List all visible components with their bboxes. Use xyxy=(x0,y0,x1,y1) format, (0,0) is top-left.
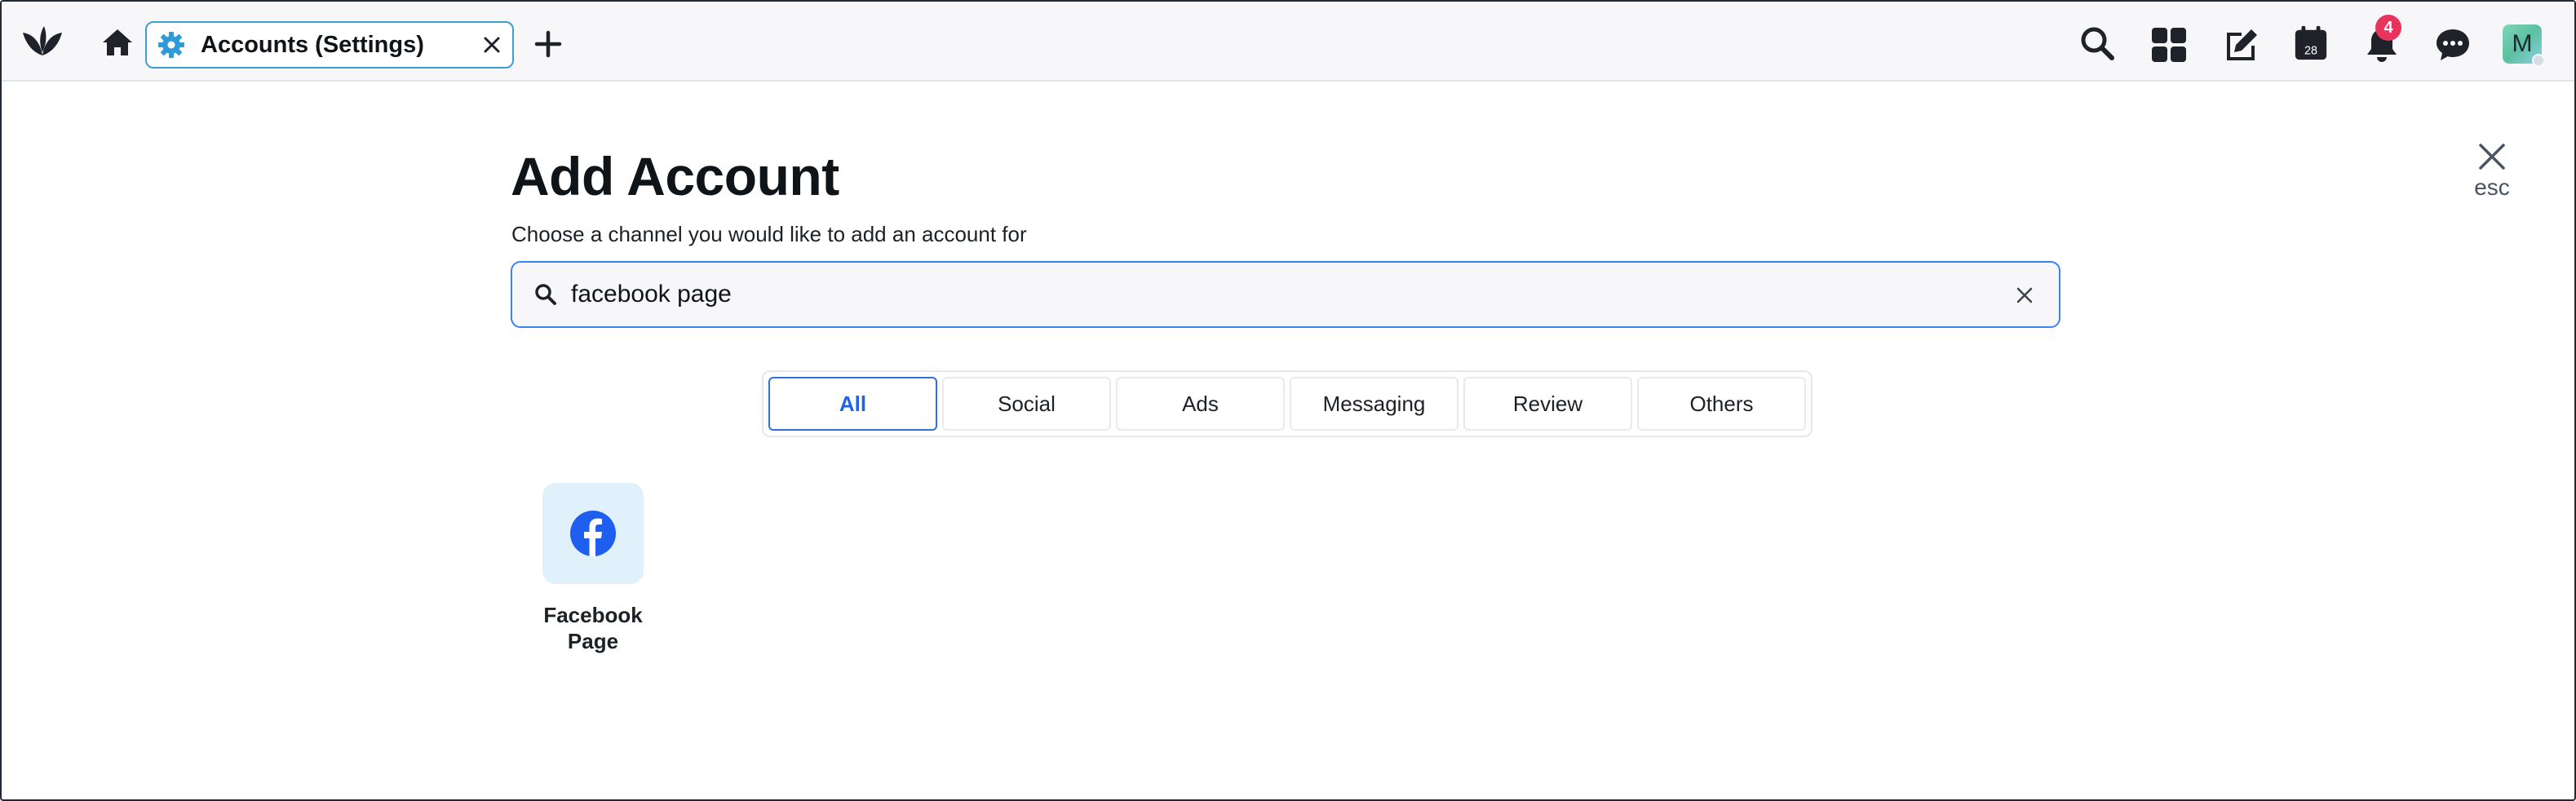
page-title: Add Account xyxy=(511,146,839,206)
filter-others[interactable]: Others xyxy=(1637,377,1806,431)
channel-tile[interactable] xyxy=(542,483,644,584)
search-icon[interactable] xyxy=(2078,24,2116,62)
close-modal-button[interactable]: esc xyxy=(2457,139,2527,201)
chat-icon[interactable] xyxy=(2434,26,2472,64)
close-icon[interactable] xyxy=(480,33,504,57)
status-dot xyxy=(2532,54,2545,67)
tab-label: Accounts (Settings) xyxy=(201,31,424,58)
filter-social[interactable]: Social xyxy=(942,377,1111,431)
facebook-icon xyxy=(570,511,616,556)
calendar-icon[interactable]: 28 xyxy=(2292,24,2330,62)
search-box xyxy=(511,261,2060,328)
channel-label: Facebook Page xyxy=(543,603,643,653)
search-icon xyxy=(535,284,556,305)
grid-icon[interactable] xyxy=(2150,26,2188,64)
compose-icon[interactable] xyxy=(2222,26,2260,64)
filter-ads[interactable]: Ads xyxy=(1116,377,1285,431)
app-window: Accounts (Settings) 28 4 M Add Account C… xyxy=(0,0,2576,801)
filter-messaging[interactable]: Messaging xyxy=(1290,377,1458,431)
gear-icon xyxy=(158,32,184,58)
tab-accounts-settings[interactable]: Accounts (Settings) xyxy=(145,21,514,69)
notification-badge: 4 xyxy=(2375,15,2401,41)
channel-card-facebook-page[interactable]: Facebook Page xyxy=(540,483,646,654)
plus-icon[interactable] xyxy=(533,29,563,59)
filter-tabs: All Social Ads Messaging Review Others xyxy=(762,370,1812,437)
page-subtitle: Choose a channel you would like to add a… xyxy=(511,222,1027,246)
calendar-day: 28 xyxy=(2304,44,2317,57)
esc-hint: esc xyxy=(2474,175,2510,200)
close-icon xyxy=(2479,144,2505,170)
search-input[interactable] xyxy=(569,280,1959,309)
filter-all[interactable]: All xyxy=(768,377,937,431)
sprout-logo-icon[interactable] xyxy=(20,23,65,59)
home-icon[interactable] xyxy=(100,26,135,59)
top-bar: Accounts (Settings) 28 4 M xyxy=(2,2,2574,82)
clear-search-icon[interactable] xyxy=(2013,284,2036,307)
filter-review[interactable]: Review xyxy=(1463,377,1632,431)
